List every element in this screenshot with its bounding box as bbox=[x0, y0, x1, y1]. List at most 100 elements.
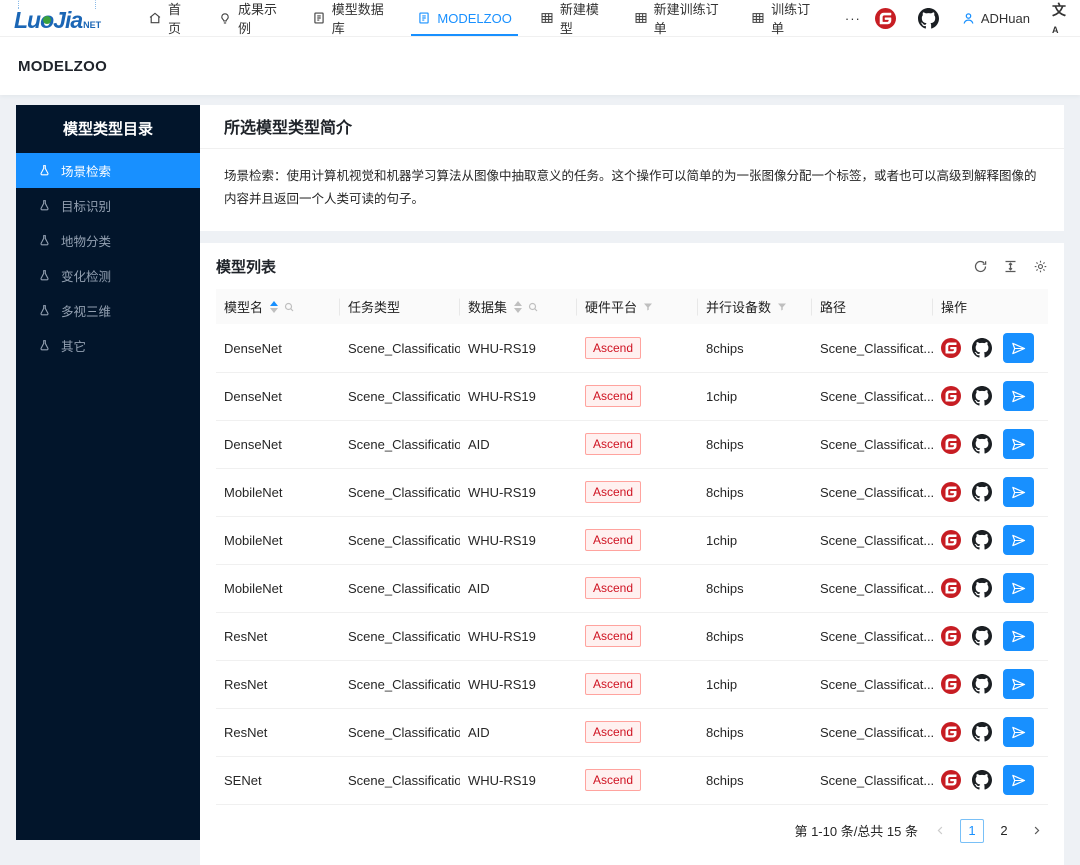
send-button[interactable] bbox=[1003, 333, 1034, 363]
send-button[interactable] bbox=[1003, 429, 1034, 460]
send-button[interactable] bbox=[1003, 717, 1034, 748]
dataset-cell: WHU-RS19 bbox=[460, 468, 577, 517]
nav-item-4[interactable]: 新建模型 bbox=[526, 0, 620, 36]
gitee-link-icon[interactable] bbox=[941, 674, 961, 695]
sort-icon[interactable] bbox=[514, 300, 523, 313]
github-link-icon[interactable] bbox=[972, 434, 992, 454]
column-header-label: 并行设备数 bbox=[706, 300, 772, 316]
translate-icon[interactable]: 文A bbox=[1052, 0, 1066, 36]
gitee-link-icon[interactable] bbox=[941, 770, 961, 791]
sidebar-item-5[interactable]: 其它 bbox=[16, 328, 200, 363]
filter-icon[interactable] bbox=[776, 301, 788, 313]
gitee-link-icon[interactable] bbox=[941, 482, 961, 503]
github-link-icon[interactable] bbox=[972, 722, 992, 742]
actions-cell bbox=[933, 372, 1048, 421]
sidebar-item-3[interactable]: 变化检测 bbox=[16, 258, 200, 293]
nav-item-2[interactable]: 模型数据库 bbox=[298, 0, 404, 36]
logo-network-graphic bbox=[18, 0, 96, 9]
top-nav-items: 首页 成果示例 模型数据库 MODELZOO 新建模型 新建训练订单 训练订单 bbox=[134, 0, 831, 36]
content: 模型类型目录 场景检索 目标识别 地物分类 变化检测 多视三维 其它 所选模型类型简介 场… bbox=[0, 95, 1080, 865]
platform-cell: Ascend bbox=[577, 516, 698, 565]
gitee-link-icon[interactable] bbox=[941, 578, 961, 599]
sidebar-item-0[interactable]: 场景检索 bbox=[16, 153, 200, 188]
gitee-link-icon[interactable] bbox=[941, 338, 961, 358]
send-button[interactable] bbox=[1003, 477, 1034, 508]
gitee-link-icon[interactable] bbox=[941, 722, 961, 743]
task-type-cell: Scene_Classification bbox=[340, 756, 460, 805]
dataset-cell: WHU-RS19 bbox=[460, 756, 577, 805]
task-type-cell: Scene_Classification bbox=[340, 708, 460, 757]
prev-page-button[interactable] bbox=[928, 819, 952, 843]
github-icon[interactable] bbox=[917, 7, 939, 29]
actions-cell bbox=[933, 420, 1048, 469]
page-title-bar: MODELZOO bbox=[0, 37, 1080, 95]
github-link-icon[interactable] bbox=[972, 626, 992, 646]
path-cell: Scene_Classificat... bbox=[812, 660, 933, 709]
nav-item-5[interactable]: 新建训练订单 bbox=[620, 0, 738, 36]
nav-item-label: 模型数据库 bbox=[331, 2, 384, 36]
send-button[interactable] bbox=[1003, 621, 1034, 652]
reload-icon[interactable] bbox=[973, 259, 988, 274]
model-name-cell: SENet bbox=[216, 756, 340, 805]
path-cell: Scene_Classificat... bbox=[812, 372, 933, 421]
sidebar-item-4[interactable]: 多视三维 bbox=[16, 293, 200, 328]
nav-item-0[interactable]: 首页 bbox=[134, 0, 204, 36]
actions-cell bbox=[933, 708, 1048, 757]
github-link-icon[interactable] bbox=[972, 482, 992, 502]
nav-item-3[interactable]: MODELZOO bbox=[403, 0, 525, 36]
send-button[interactable] bbox=[1003, 669, 1034, 700]
devices-cell: 8chips bbox=[698, 564, 812, 613]
experiment-icon bbox=[38, 339, 51, 352]
send-button[interactable] bbox=[1003, 765, 1034, 796]
github-link-icon[interactable] bbox=[972, 578, 992, 598]
filter-icon[interactable] bbox=[642, 301, 654, 313]
actions-cell bbox=[933, 324, 1048, 373]
intro-title: 所选模型类型简介 bbox=[200, 105, 1064, 149]
github-link-icon[interactable] bbox=[972, 338, 992, 358]
send-button[interactable] bbox=[1003, 381, 1034, 412]
path-text: Scene_Classificat... bbox=[820, 484, 933, 500]
github-link-icon[interactable] bbox=[972, 674, 992, 694]
settings-icon[interactable] bbox=[1033, 259, 1048, 274]
top-nav-right: ADHuan 文A bbox=[874, 0, 1066, 36]
user-menu[interactable]: ADHuan bbox=[961, 11, 1030, 26]
table-header-row: 模型名 任务类型 数据集 硬件平台 并行设备数 路径 操作 bbox=[216, 289, 1048, 325]
github-link-icon[interactable] bbox=[972, 770, 992, 790]
nav-item-label: 成果示例 bbox=[238, 2, 278, 36]
gitee-icon[interactable] bbox=[874, 7, 896, 29]
task-type-cell: Scene_Classification bbox=[340, 660, 460, 709]
devices-cell: 1chip bbox=[698, 372, 812, 421]
github-link-icon[interactable] bbox=[972, 386, 992, 406]
platform-tag: Ascend bbox=[585, 721, 642, 744]
platform-tag: Ascend bbox=[585, 673, 642, 696]
sidebar-item-2[interactable]: 地物分类 bbox=[16, 223, 200, 258]
actions-cell bbox=[933, 612, 1048, 661]
page-number-2[interactable]: 2 bbox=[992, 819, 1016, 843]
home-icon bbox=[148, 11, 162, 25]
gitee-link-icon[interactable] bbox=[941, 530, 961, 551]
column-height-icon[interactable] bbox=[1003, 259, 1018, 274]
gitee-link-icon[interactable] bbox=[941, 434, 961, 455]
path-text: Scene_Classificat... bbox=[820, 388, 933, 404]
actions-cell bbox=[933, 468, 1048, 517]
model-list-card: 模型列表 模型名 任务类型 数据集 硬件平台 并行设备数 路径 操作 DenseNet Sce… bbox=[200, 243, 1064, 865]
brand-logo[interactable]: LuoJia NET bbox=[12, 0, 134, 36]
search-icon[interactable] bbox=[527, 301, 539, 313]
next-page-button[interactable] bbox=[1024, 819, 1048, 843]
nav-item-1[interactable]: 成果示例 bbox=[204, 0, 298, 36]
page-title: MODELZOO bbox=[18, 57, 108, 75]
gitee-link-icon[interactable] bbox=[941, 626, 961, 647]
page-number-1[interactable]: 1 bbox=[960, 818, 984, 843]
send-button[interactable] bbox=[1003, 525, 1034, 556]
github-link-icon[interactable] bbox=[972, 530, 992, 550]
sort-icon[interactable] bbox=[270, 300, 279, 313]
dataset-cell: WHU-RS19 bbox=[460, 324, 577, 373]
nav-item-6[interactable]: 训练订单 bbox=[737, 0, 831, 36]
sidebar-item-label: 变化检测 bbox=[61, 270, 112, 284]
sidebar-item-1[interactable]: 目标识别 bbox=[16, 188, 200, 223]
model-name-cell: ResNet bbox=[216, 660, 340, 709]
nav-overflow-button[interactable]: ··· bbox=[831, 0, 875, 36]
gitee-link-icon[interactable] bbox=[941, 386, 961, 407]
send-button[interactable] bbox=[1003, 573, 1034, 604]
search-icon[interactable] bbox=[283, 301, 295, 313]
